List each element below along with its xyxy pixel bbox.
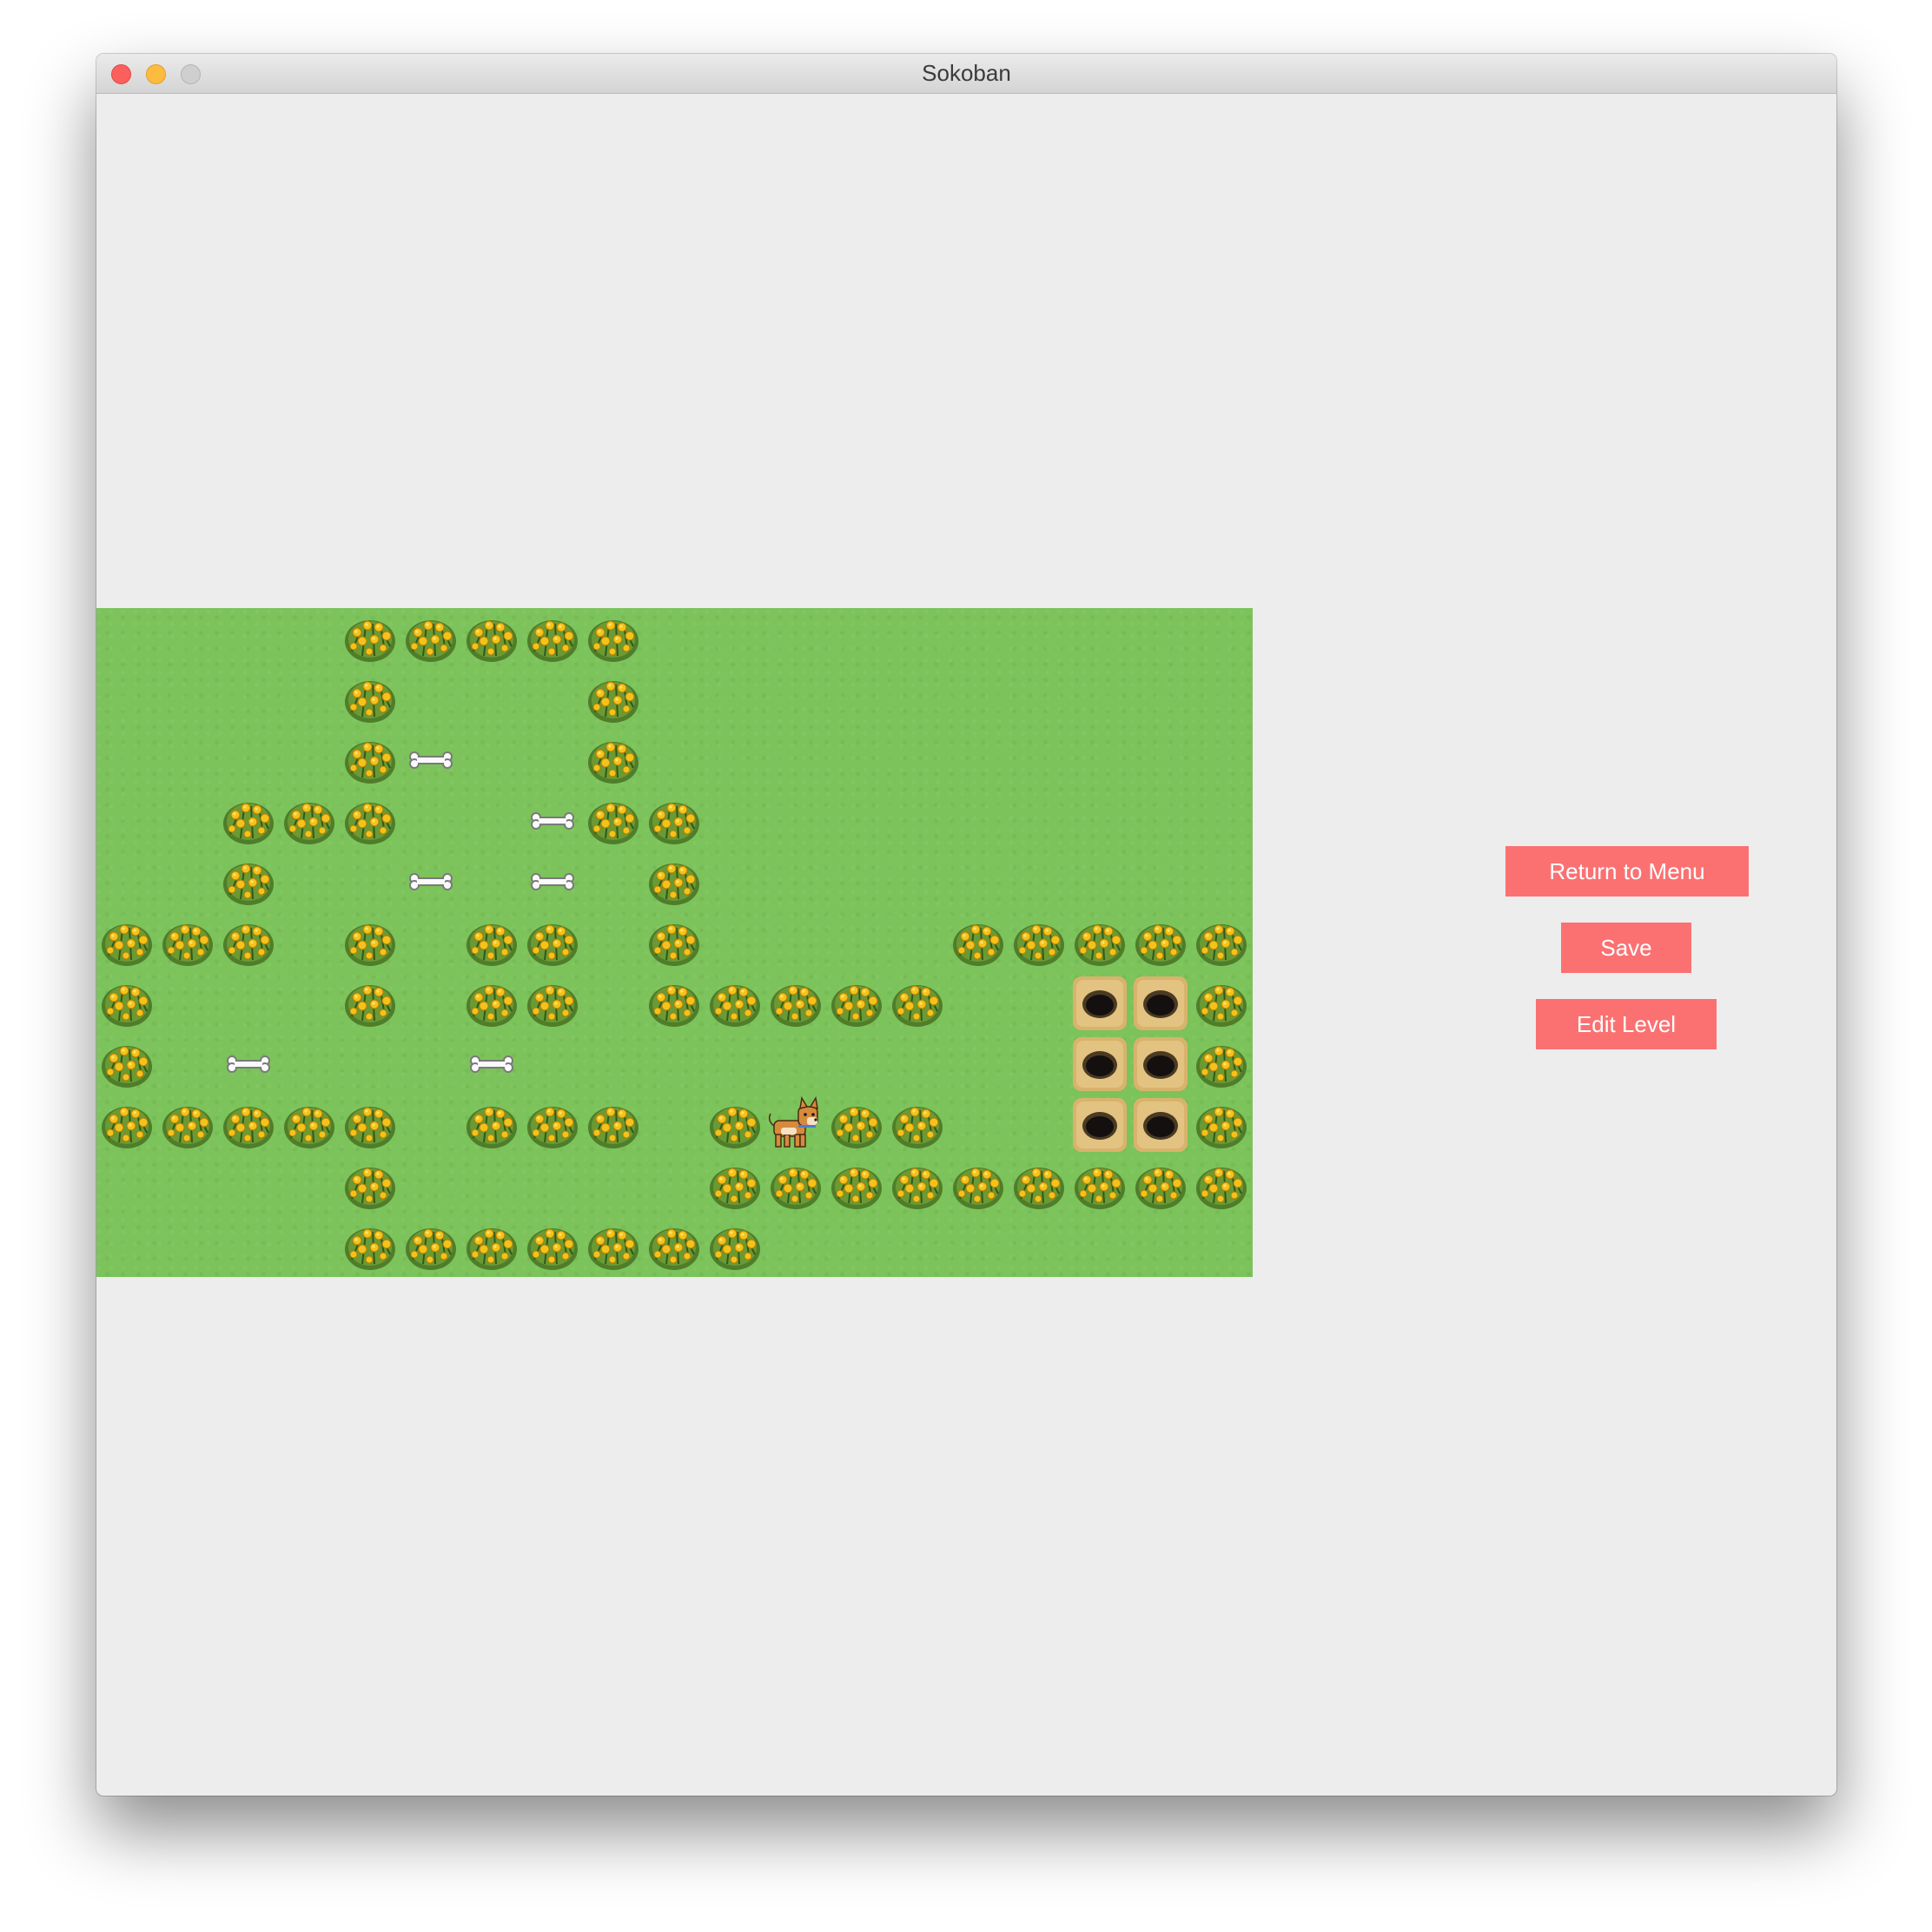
- hole-goal-tile: [1069, 973, 1130, 1034]
- bush-wall-tile: [644, 851, 705, 912]
- bush-wall-tile: [1130, 912, 1191, 973]
- bush-wall-tile: [644, 1216, 705, 1277]
- bush-wall-tile: [826, 1155, 887, 1216]
- bush-wall-tile: [1009, 1155, 1069, 1216]
- bush-wall-tile: [461, 973, 522, 1034]
- bush-wall-tile: [522, 912, 583, 973]
- bush-wall-tile: [583, 730, 644, 791]
- bush-wall-tile: [279, 1095, 340, 1155]
- bush-wall-tile: [522, 1095, 583, 1155]
- bush-wall-tile: [461, 1216, 522, 1277]
- game-board: [96, 608, 1253, 1277]
- bush-wall-tile: [765, 1155, 826, 1216]
- bush-wall-tile: [1130, 1155, 1191, 1216]
- bone-crate-tile: [522, 791, 583, 851]
- bush-wall-tile: [1191, 912, 1252, 973]
- hole-goal-tile: [1069, 1095, 1130, 1155]
- hole-goal-tile: [1130, 973, 1191, 1034]
- hole-goal-tile: [1069, 1034, 1130, 1095]
- bush-wall-tile: [461, 912, 522, 973]
- bush-wall-tile: [583, 1216, 644, 1277]
- bush-wall-tile: [157, 1095, 218, 1155]
- bush-wall-tile: [96, 912, 157, 973]
- save-button[interactable]: Save: [1561, 923, 1691, 973]
- bush-wall-tile: [218, 912, 279, 973]
- hole-goal-tile: [1130, 1034, 1191, 1095]
- bush-wall-tile: [583, 791, 644, 851]
- bush-wall-tile: [340, 791, 400, 851]
- bush-wall-tile: [1009, 912, 1069, 973]
- bush-wall-tile: [522, 1216, 583, 1277]
- bush-wall-tile: [96, 973, 157, 1034]
- bush-wall-tile: [826, 1095, 887, 1155]
- bush-wall-tile: [279, 791, 340, 851]
- bush-wall-tile: [644, 973, 705, 1034]
- bush-wall-tile: [340, 608, 400, 669]
- app-window: Sokoban Return to Menu Save Edit Level: [96, 54, 1836, 1796]
- bush-wall-tile: [644, 912, 705, 973]
- bush-wall-tile: [461, 608, 522, 669]
- bush-wall-tile: [705, 1216, 765, 1277]
- bush-wall-tile: [400, 608, 461, 669]
- bone-crate-tile: [522, 851, 583, 912]
- bush-wall-tile: [705, 1155, 765, 1216]
- bush-wall-tile: [96, 1034, 157, 1095]
- title-bar[interactable]: Sokoban: [96, 54, 1836, 94]
- bush-wall-tile: [340, 669, 400, 730]
- window-title: Sokoban: [922, 60, 1011, 86]
- bush-wall-tile: [1069, 912, 1130, 973]
- bush-wall-tile: [340, 1216, 400, 1277]
- edit-level-button[interactable]: Edit Level: [1536, 999, 1717, 1049]
- bush-wall-tile: [522, 973, 583, 1034]
- bush-wall-tile: [705, 1095, 765, 1155]
- bush-wall-tile: [340, 973, 400, 1034]
- bush-wall-tile: [948, 1155, 1009, 1216]
- bush-wall-tile: [522, 608, 583, 669]
- bush-wall-tile: [1191, 973, 1252, 1034]
- bone-crate-tile: [400, 730, 461, 791]
- bush-wall-tile: [461, 1095, 522, 1155]
- bone-crate-tile: [461, 1034, 522, 1095]
- bush-wall-tile: [340, 1095, 400, 1155]
- bush-wall-tile: [340, 1155, 400, 1216]
- bush-wall-tile: [1191, 1095, 1252, 1155]
- bush-wall-tile: [1069, 1155, 1130, 1216]
- bush-wall-tile: [644, 791, 705, 851]
- bush-wall-tile: [765, 973, 826, 1034]
- return-to-menu-button[interactable]: Return to Menu: [1505, 846, 1749, 897]
- bush-wall-tile: [218, 851, 279, 912]
- bush-wall-tile: [887, 1095, 948, 1155]
- bush-wall-tile: [218, 1095, 279, 1155]
- bush-wall-tile: [887, 973, 948, 1034]
- bush-wall-tile: [705, 973, 765, 1034]
- bush-wall-tile: [218, 791, 279, 851]
- hole-goal-tile: [1130, 1095, 1191, 1155]
- bush-wall-tile: [1191, 1034, 1252, 1095]
- bush-wall-tile: [583, 669, 644, 730]
- bush-wall-tile: [340, 912, 400, 973]
- bush-wall-tile: [583, 608, 644, 669]
- bush-wall-tile: [826, 973, 887, 1034]
- bush-wall-tile: [400, 1216, 461, 1277]
- bush-wall-tile: [948, 912, 1009, 973]
- bush-wall-tile: [157, 912, 218, 973]
- bone-crate-tile: [400, 851, 461, 912]
- bush-wall-tile: [887, 1155, 948, 1216]
- bush-wall-tile: [1191, 1155, 1252, 1216]
- bush-wall-tile: [340, 730, 400, 791]
- bush-wall-tile: [96, 1095, 157, 1155]
- dog-player-tile: [765, 1095, 826, 1155]
- bone-crate-tile: [218, 1034, 279, 1095]
- bush-wall-tile: [583, 1095, 644, 1155]
